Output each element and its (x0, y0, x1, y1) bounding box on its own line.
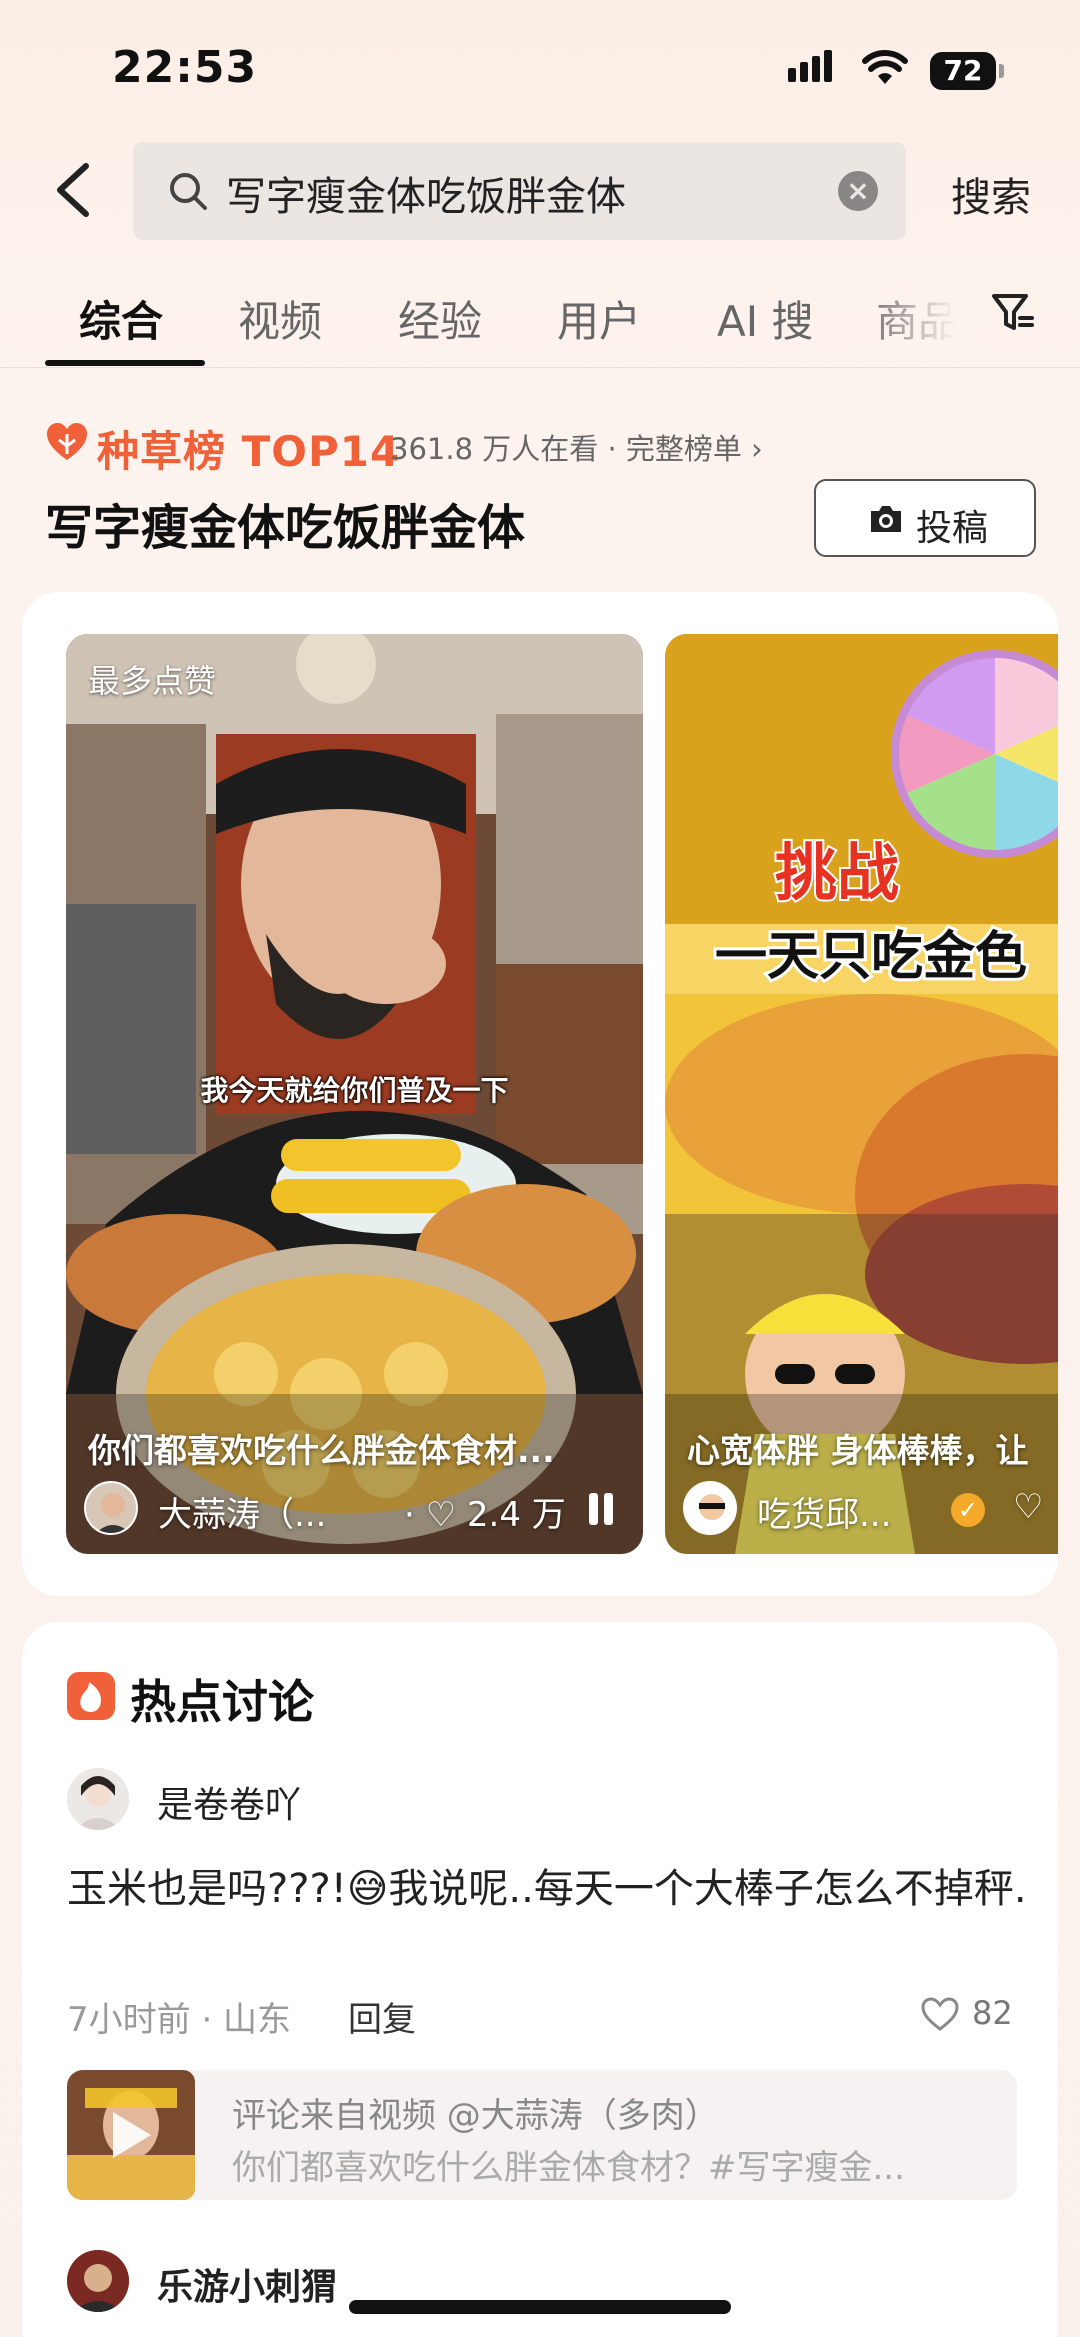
video-description: 心宽体胖 身体棒棒，让 (687, 1431, 1029, 1470)
tab-fade (860, 280, 980, 360)
search-button[interactable]: 搜索 (951, 165, 1031, 223)
tab-bar: 综合 视频 经验 用户 AI 搜 商品 (0, 280, 1080, 368)
tab-users[interactable]: 用户 (557, 288, 641, 349)
hot-discussion-section: 热点讨论 是卷卷吖 玉米也是吗???!😅我说呢..每天一个大棒子怎么不掉秤. 7… (22, 1622, 1058, 2337)
wifi-icon (862, 50, 908, 84)
source-video-card[interactable]: 评论来自视频 @大蒜涛（多肉） 你们都喜欢吃什么胖金体食材？#写字瘦金... (67, 2070, 1017, 2200)
like-count[interactable]: · ♡ 2.4 万 (404, 1487, 566, 1536)
comment-text: 玉米也是吗???!😅我说呢..每天一个大棒子怎么不掉秤. (67, 1866, 1027, 1912)
search-query: 写字瘦金体吃饭胖金体 (226, 174, 626, 220)
overlay-challenge-text: 挑战 (775, 836, 899, 909)
commenter-name[interactable]: 是卷卷吖 (157, 1776, 301, 1828)
topic-title: 写字瘦金体吃饭胖金体 (45, 500, 526, 556)
active-tab-indicator (45, 360, 205, 366)
comment-meta: 7小时前 · 山东 (67, 2000, 292, 2040)
filter-icon[interactable] (990, 290, 1034, 334)
home-indicator[interactable] (349, 2300, 731, 2314)
heart-icon (47, 423, 87, 460)
clear-icon[interactable]: × (838, 171, 878, 211)
video-card[interactable]: 最多点赞 我今天就给你们普及一下 你们都喜欢吃什么胖金体食材... 大蒜涛（..… (66, 634, 643, 1554)
video-card[interactable]: 挑战 一天只吃金色 心宽体胖 身体棒棒，让 吃货邱... ✓ ♡ (665, 634, 1058, 1554)
reply-button[interactable]: 回复 (348, 1992, 416, 2041)
author-avatar[interactable] (84, 1481, 138, 1535)
commenter-avatar[interactable] (67, 2250, 129, 2312)
commenter-name[interactable]: 乐游小刺猬 (157, 2258, 337, 2310)
search-icon (170, 173, 207, 210)
ranking-meta[interactable]: 361.8 万人在看 · 完整榜单 › (390, 426, 763, 468)
author-avatar[interactable] (683, 1481, 737, 1535)
video-caption: 我今天就给你们普及一下 (200, 1074, 509, 1107)
video-footer: 大蒜涛（... · ♡ 2.4 万 (84, 1479, 643, 1539)
source-video-title: 你们都喜欢吃什么胖金体食材？#写字瘦金... (232, 2148, 905, 2188)
overlay-headline-text: 一天只吃金色 (715, 927, 1027, 987)
video-carousel: 最多点赞 我今天就给你们普及一下 你们都喜欢吃什么胖金体食材... 大蒜涛（..… (22, 592, 1058, 1596)
comment-like-count: 82 (972, 1994, 1013, 2032)
video-thumbnail: 挑战 一天只吃金色 (665, 634, 1058, 1554)
video-footer: 吃货邱... ✓ ♡ (683, 1479, 1058, 1539)
back-arrow-icon[interactable] (50, 160, 96, 220)
tab-ai-search[interactable]: AI 搜 (717, 288, 813, 349)
author-name[interactable]: 大蒜涛（... (158, 1487, 326, 1536)
video-description: 你们都喜欢吃什么胖金体食材... (88, 1431, 555, 1470)
source-video-thumbnail (67, 2070, 195, 2200)
play-icon (113, 2112, 151, 2158)
like-icon[interactable] (920, 1996, 960, 2032)
tab-general[interactable]: 综合 (79, 288, 163, 349)
verified-icon: ✓ (951, 1493, 985, 1527)
commenter-avatar[interactable] (67, 1768, 129, 1830)
camera-icon (871, 506, 901, 532)
status-bar: 22:53 72 (0, 0, 1080, 140)
submit-label: 投稿 (916, 508, 989, 549)
ranking-title: 种草榜 TOP14 (97, 427, 401, 476)
battery-icon: 72 (930, 52, 1004, 90)
pause-icon[interactable] (589, 1493, 615, 1525)
author-name[interactable]: 吃货邱... (757, 1487, 891, 1536)
like-icon[interactable]: ♡ (1013, 1487, 1043, 1527)
tab-experience[interactable]: 经验 (398, 288, 482, 349)
status-time: 22:53 (112, 42, 258, 93)
flame-icon (67, 1672, 115, 1720)
source-video-attribution: 评论来自视频 @大蒜涛（多肉） (232, 2096, 719, 2136)
most-liked-badge: 最多点赞 (88, 662, 217, 700)
submit-post-button[interactable]: 投稿 (814, 479, 1036, 557)
section-title: 热点讨论 (130, 1675, 314, 1729)
search-input[interactable]: 写字瘦金体吃饭胖金体 × (133, 142, 906, 240)
tab-video[interactable]: 视频 (238, 288, 322, 349)
